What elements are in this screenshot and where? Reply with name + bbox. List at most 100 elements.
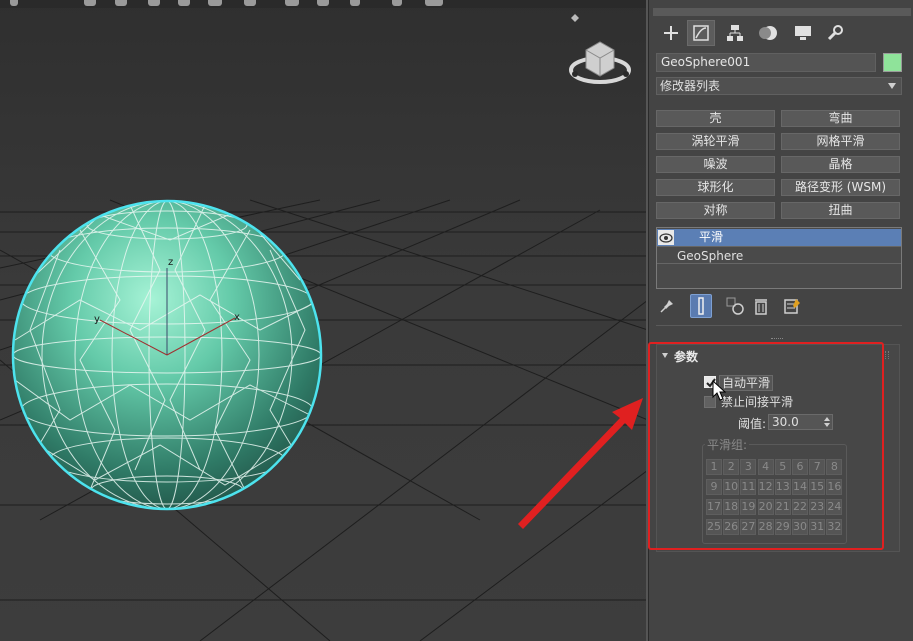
stack-item-label: 平滑	[699, 230, 724, 244]
viewport-scene: z y x	[0, 14, 648, 641]
smoothing-group-button-28[interactable]: 28	[757, 519, 774, 535]
trash-icon	[755, 299, 767, 315]
spinner-up-icon[interactable]	[824, 417, 830, 421]
smoothing-group-button-5[interactable]: 5	[774, 459, 791, 475]
rollout-header[interactable]: 参数	[657, 345, 899, 365]
smoothing-group-button-32[interactable]: 32	[826, 519, 843, 535]
wrench-icon	[827, 25, 843, 41]
smoothing-group-button-2[interactable]: 2	[723, 459, 740, 475]
smoothing-group-button-19[interactable]: 19	[740, 499, 757, 515]
smoothing-group-button-15[interactable]: 15	[809, 479, 826, 495]
smoothing-group-button-31[interactable]: 31	[809, 519, 826, 535]
smoothing-group-button-17[interactable]: 17	[706, 499, 722, 515]
modifier-button-bend[interactable]: 弯曲	[781, 110, 900, 127]
viewcube	[569, 41, 631, 84]
panel-divider	[656, 325, 902, 326]
axis-y-label: y	[94, 314, 100, 325]
chevron-down-icon	[888, 83, 896, 89]
prevent-indirect-label[interactable]: 禁止间接平滑	[721, 395, 793, 409]
threshold-label: 阈值:	[738, 417, 767, 431]
stack-toolbar	[656, 294, 902, 318]
show-end-result-icon	[698, 297, 704, 315]
tab-modify[interactable]	[687, 20, 715, 46]
smoothing-group-button-4[interactable]: 4	[757, 459, 774, 475]
smoothing-groups-label: 平滑组:	[705, 436, 750, 453]
show-end-result-button[interactable]	[690, 294, 712, 318]
modifier-list-label: 修改器列表	[660, 79, 721, 93]
spinner-down-icon[interactable]	[824, 423, 830, 427]
smoothing-group-button-6[interactable]: 6	[792, 459, 808, 475]
smoothing-group-button-27[interactable]: 27	[740, 519, 757, 535]
smoothing-group-button-14[interactable]: 14	[792, 479, 808, 495]
smoothing-group-button-9[interactable]: 9	[706, 479, 722, 495]
threshold-spinner[interactable]: 30.0	[768, 414, 833, 430]
command-panel-tabs	[653, 20, 911, 46]
threshold-value: 30.0	[772, 415, 799, 429]
modifier-button-turbosmooth[interactable]: 涡轮平滑	[656, 133, 775, 150]
display-icon	[795, 26, 811, 40]
panel-splitter-grip[interactable]	[771, 338, 783, 340]
remove-modifier-button[interactable]	[750, 294, 772, 318]
make-unique-icon	[726, 297, 744, 315]
smoothing-group-button-16[interactable]: 16	[826, 479, 843, 495]
stack-item-label: GeoSphere	[677, 249, 744, 263]
modify-icon	[693, 25, 709, 41]
rollout-title: 参数	[674, 350, 699, 364]
rollout-grip-icon	[885, 351, 889, 359]
mouse-cursor-icon	[712, 380, 726, 401]
hierarchy-icon	[727, 25, 743, 41]
tab-motion[interactable]	[754, 20, 782, 46]
collapse-triangle-icon	[662, 353, 668, 358]
smoothing-group-button-21[interactable]: 21	[774, 499, 791, 515]
stack-item-geosphere[interactable]: GeoSphere	[657, 246, 901, 264]
smoothing-group-button-18[interactable]: 18	[723, 499, 740, 515]
modifier-list-dropdown[interactable]: 修改器列表	[656, 77, 902, 95]
object-name-field[interactable]: GeoSphere001	[656, 53, 876, 72]
plus-icon	[664, 26, 678, 40]
pin-stack-button[interactable]	[656, 294, 678, 318]
smoothing-group-button-3[interactable]: 3	[740, 459, 757, 475]
smoothing-group-button-25[interactable]: 25	[706, 519, 722, 535]
smoothing-group-button-24[interactable]: 24	[826, 499, 843, 515]
smoothing-group-button-29[interactable]: 29	[774, 519, 791, 535]
smoothing-group-button-26[interactable]: 26	[723, 519, 740, 535]
modifier-button-noise[interactable]: 噪波	[656, 156, 775, 173]
smoothing-group-button-12[interactable]: 12	[757, 479, 774, 495]
tab-display[interactable]	[789, 20, 817, 46]
modifier-button-twist[interactable]: 扭曲	[781, 202, 900, 219]
smoothing-group-button-23[interactable]: 23	[809, 499, 826, 515]
eye-icon[interactable]	[658, 230, 674, 245]
smoothing-group-button-11[interactable]: 11	[740, 479, 757, 495]
modifier-stack: 平滑 GeoSphere	[656, 227, 902, 289]
modifier-button-spherify[interactable]: 球形化	[656, 179, 775, 196]
smoothing-group-button-22[interactable]: 22	[792, 499, 808, 515]
modifier-button-shell[interactable]: 壳	[656, 110, 775, 127]
viewport-perspective[interactable]: z y x	[0, 0, 648, 641]
modifier-button-symmetry[interactable]: 对称	[656, 202, 775, 219]
tab-utilities[interactable]	[821, 20, 849, 46]
motion-icon	[759, 26, 777, 40]
auto-smooth-label[interactable]: 自动平滑	[719, 375, 774, 391]
axis-x-label: x	[234, 312, 240, 323]
smoothing-group-button-13[interactable]: 13	[774, 479, 791, 495]
pin-icon	[660, 300, 673, 313]
smoothing-group-button-30[interactable]: 30	[792, 519, 808, 535]
stack-item-smooth[interactable]: 平滑	[657, 229, 901, 246]
smoothing-group-button-20[interactable]: 20	[757, 499, 774, 515]
object-color-swatch[interactable]	[883, 53, 902, 72]
panel-top-strip	[653, 8, 911, 16]
modifier-button-pathdeform[interactable]: 路径变形 (WSM)	[781, 179, 900, 196]
smoothing-group-button-7[interactable]: 7	[809, 459, 826, 475]
viewcube-home-icon	[571, 14, 579, 22]
modifier-button-lattice[interactable]: 晶格	[781, 156, 900, 173]
smoothing-group-button-1[interactable]: 1	[706, 459, 722, 475]
modifier-button-meshsmooth[interactable]: 网格平滑	[781, 133, 900, 150]
tab-hierarchy[interactable]	[721, 20, 749, 46]
configure-icon	[784, 299, 800, 314]
smoothing-group-button-10[interactable]: 10	[723, 479, 740, 495]
make-unique-button[interactable]	[724, 294, 746, 318]
tab-create[interactable]	[657, 20, 685, 46]
axis-z-label: z	[168, 257, 173, 268]
smoothing-group-button-8[interactable]: 8	[826, 459, 843, 475]
configure-modifier-sets-button[interactable]	[782, 294, 804, 318]
